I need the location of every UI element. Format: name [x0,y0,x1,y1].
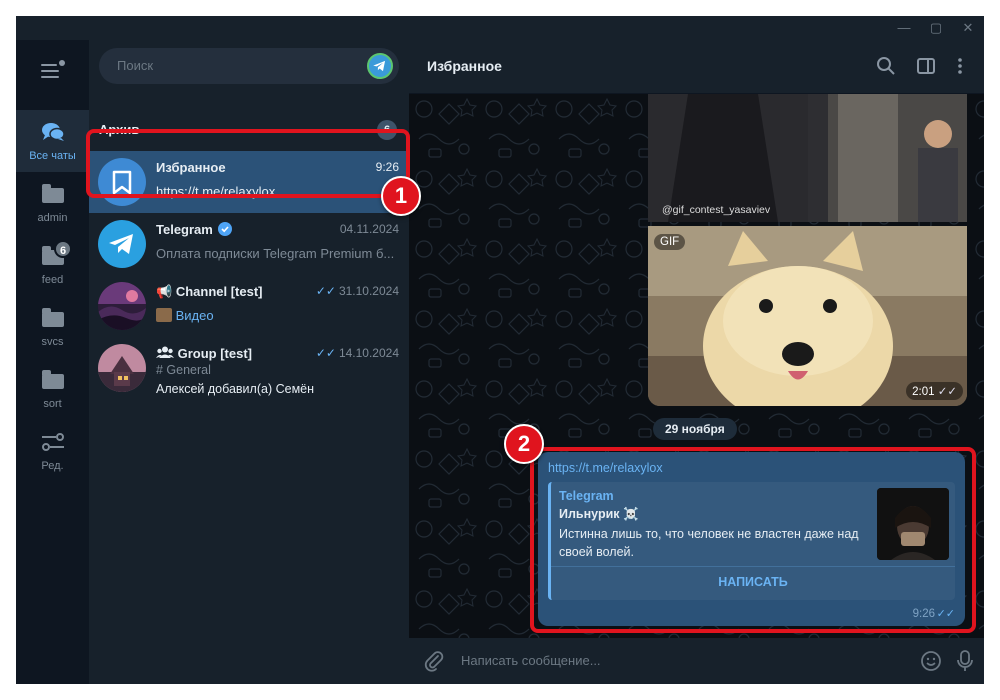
message-composer: Написать сообщение... [409,638,984,684]
chat-last-message: Алексей добавил(а) Семён [156,382,315,396]
chat-time: ✓✓ 14.10.2024 [315,346,399,360]
folders-sidebar: Все чаты admin 6 feed svcs sort Ред. [16,40,89,684]
chat-last-message: Видео [156,308,400,323]
group-icon [156,346,174,358]
read-ticks-icon: ✓✓ [315,284,336,298]
gif-image [648,226,967,406]
step-marker-2: 2 [504,424,544,464]
chat-item-telegram[interactable]: Telegram 04.11.2024 Оплата подписки Tele… [89,213,409,275]
megaphone-icon: 📢 [156,284,173,299]
chat-title: Избранное [427,58,502,74]
highlight-saved-chat [86,129,410,198]
telegram-icon[interactable] [367,53,393,79]
folder-admin[interactable]: admin [16,172,89,234]
notification-dot [59,60,65,66]
folder-label: sort [43,398,62,410]
more-options-icon[interactable] [949,55,971,77]
folder-label: svcs [41,336,64,348]
attach-icon[interactable] [423,650,445,672]
chat-name: Group [test] [156,346,252,361]
folder-all-chats[interactable]: Все чаты [16,110,89,172]
sidebar-toggle-icon[interactable] [915,55,937,77]
chat-header: Избранное [409,40,984,94]
search-input[interactable]: Поиск [117,58,153,73]
search-icon[interactable] [875,55,897,77]
folder-icon [41,370,65,390]
minimize-button[interactable]: — [888,16,920,40]
step-marker-1: 1 [381,176,421,216]
microphone-icon[interactable] [954,649,976,673]
folder-sort[interactable]: sort [16,358,89,420]
chat-name: Telegram [156,222,233,237]
gif-time: 2:01 ✓✓ [906,382,963,400]
chat-item-channel[interactable]: 📢 Channel [test] ✓✓ 31.10.2024 Видео [89,275,409,337]
folder-icon [41,184,65,204]
edit-folders-icon [42,433,64,451]
message-input[interactable]: Написать сообщение... [461,653,601,668]
verified-icon [218,222,233,236]
folder-label: admin [37,212,68,224]
folder-edit[interactable]: Ред. [16,420,89,482]
telegram-logo-icon [109,234,133,254]
folder-svcs[interactable]: svcs [16,296,89,358]
read-ticks-icon: ✓✓ [315,346,336,360]
maximize-button[interactable]: ▢ [920,16,952,40]
chat-time: 04.11.2024 [339,222,399,236]
close-button[interactable]: ✕ [952,16,984,40]
gif-message-top[interactable]: @gif_contest_yasaviev [648,94,967,222]
folder-feed[interactable]: 6 feed [16,234,89,296]
unread-badge: 6 [54,240,72,258]
chat-time: ✓✓ 31.10.2024 [315,284,399,298]
chat-last-message: Оплата подписки Telegram Premium б... [156,246,395,261]
avatar [98,344,146,392]
avatar [98,282,146,330]
date-separator: 29 ноября [653,418,737,440]
chat-topic: # General [156,363,211,377]
gif-label: GIF [654,234,686,250]
main-menu-button[interactable] [39,60,67,84]
highlight-message [530,447,976,633]
folder-label: feed [41,274,64,286]
chat-item-group[interactable]: Group [test] ✓✓ 14.10.2024 # General Алек… [89,337,409,409]
folder-label: Ред. [41,460,64,472]
folder-label: Все чаты [29,150,76,162]
chats-icon [42,123,65,141]
gif-message-puppy[interactable]: GIF 2:01 ✓✓ [648,226,967,406]
chat-name: 📢 Channel [test] [156,284,263,299]
title-bar: — ▢ ✕ [16,16,984,40]
gif-caption: @gif_contest_yasaviev [662,204,771,216]
video-thumbnail-icon [156,308,172,322]
avatar [98,220,146,268]
folder-icon [41,308,65,328]
search-box[interactable]: Поиск [99,48,399,84]
emoji-icon[interactable] [920,650,942,672]
